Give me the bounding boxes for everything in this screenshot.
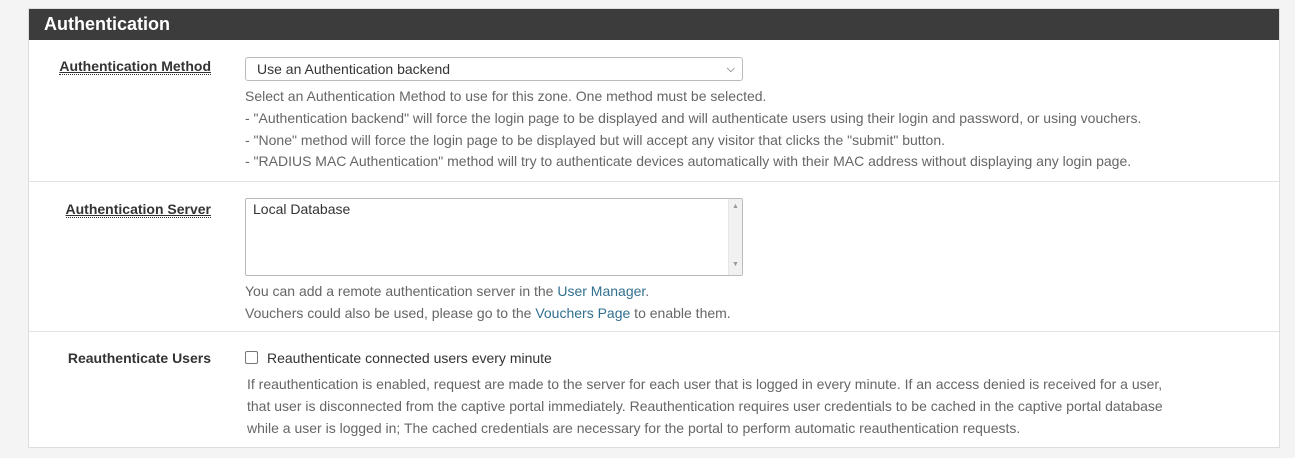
help-line: Vouchers could also be used, please go t… (245, 303, 1269, 325)
auth-server-listbox[interactable]: Local Database ▲ ▼ (245, 198, 743, 276)
auth-server-help: You can add a remote authentication serv… (245, 281, 1269, 325)
help-line: while a user is logged in; The cached cr… (247, 419, 1021, 436)
auth-server-row: Authentication Server Local Database ▲ ▼… (29, 182, 1279, 332)
help-line: - "RADIUS MAC Authentication" method wil… (245, 153, 1132, 170)
help-text: Vouchers could also be used, please go t… (245, 304, 536, 321)
help-line: that user is disconnected from the capti… (247, 397, 1163, 414)
help-line: If reauthentication is enabled, request … (247, 376, 1163, 392)
reauth-checkbox-label[interactable]: Reauthenticate connected users every min… (267, 350, 552, 366)
reauth-checkbox[interactable] (245, 351, 258, 365)
reauth-row: Reauthenticate Users Reauthenticate conn… (29, 332, 1279, 447)
scroll-down-icon[interactable]: ▼ (729, 261, 742, 268)
auth-server-label[interactable]: Authentication Server (65, 201, 211, 218)
help-text: to enable them. (630, 304, 731, 321)
authentication-panel: Authentication Authentication Method Use… (28, 8, 1280, 448)
auth-method-help: Select an Authentication Method to use f… (245, 86, 1269, 173)
reauth-label: Reauthenticate Users (67, 350, 211, 366)
auth-method-label[interactable]: Authentication Method (59, 58, 211, 75)
auth-method-selected-value: Use an Authentication backend (257, 61, 451, 77)
help-line: - "None" method will force the login pag… (245, 131, 946, 148)
help-line: - "Authentication backend" will force th… (245, 109, 1142, 126)
listbox-scrollbar[interactable]: ▲ ▼ (728, 199, 742, 275)
listbox-option[interactable]: Local Database (246, 199, 742, 219)
panel-title: Authentication (29, 9, 1279, 40)
auth-method-select[interactable]: Use an Authentication backend ⌵ (245, 57, 743, 81)
user-manager-link[interactable]: User Manager (557, 283, 645, 299)
scroll-up-icon[interactable]: ▲ (729, 203, 742, 210)
auth-method-row: Authentication Method Use an Authenticat… (29, 40, 1279, 182)
help-text: . (645, 283, 650, 299)
reauth-checkbox-line[interactable]: Reauthenticate connected users every min… (245, 347, 1269, 369)
help-line: Select an Authentication Method to use f… (245, 88, 767, 104)
reauth-help: If reauthentication is enabled, request … (245, 374, 1269, 439)
vouchers-page-link[interactable]: Vouchers Page (535, 305, 630, 321)
chevron-down-icon: ⌵ (726, 63, 735, 75)
help-text: You can add a remote authentication serv… (245, 283, 558, 299)
help-line: You can add a remote authentication serv… (245, 281, 1269, 303)
